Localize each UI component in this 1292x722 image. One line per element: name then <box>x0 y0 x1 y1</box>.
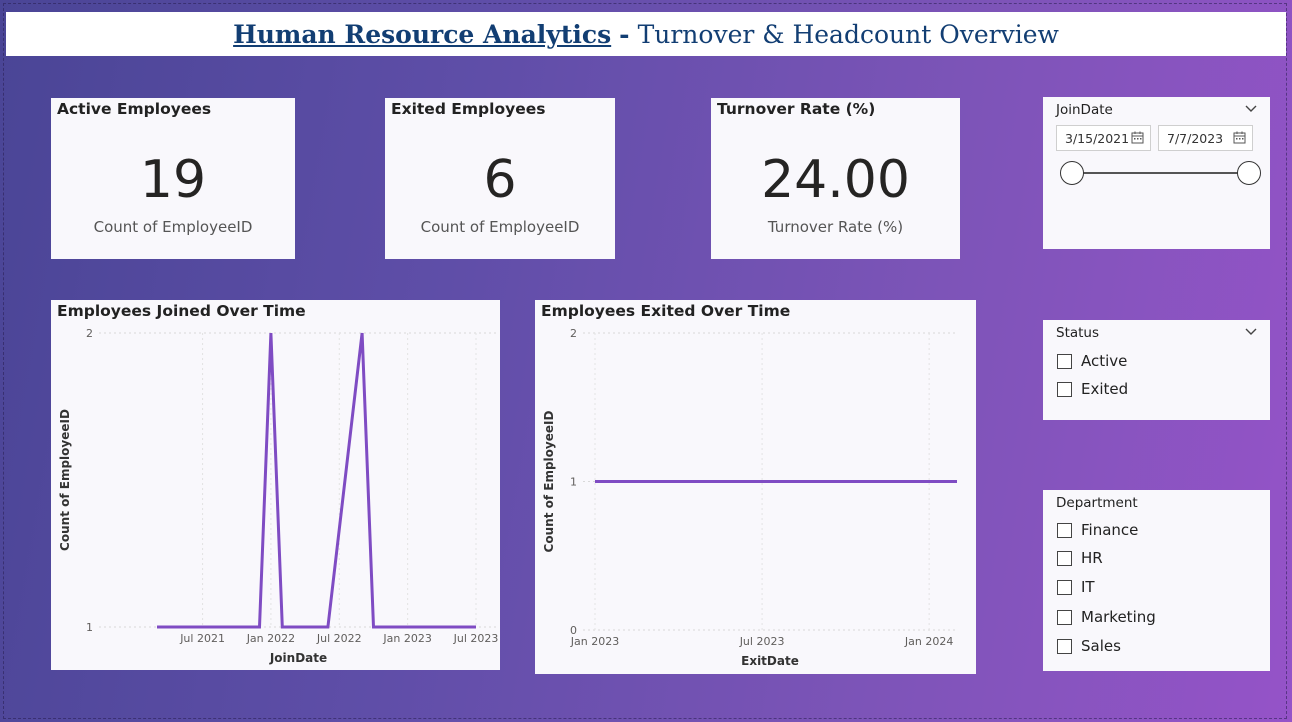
department-option-finance[interactable]: Finance <box>1057 520 1138 540</box>
y-axis-label: Count of EmployeeID <box>542 411 556 553</box>
calendar-icon[interactable] <box>1131 131 1144 144</box>
option-label: HR <box>1081 549 1103 567</box>
checkbox[interactable] <box>1057 579 1072 595</box>
y-tick-label: 1 <box>86 621 93 634</box>
slicer-title: Department <box>1056 495 1138 511</box>
option-label: IT <box>1081 578 1095 596</box>
slicer-title: JoinDate <box>1056 102 1113 118</box>
x-axis-label: JoinDate <box>269 651 327 665</box>
chart-joined-svg: 1 2 Jul 2021 Jan 2022 Jul 2022 Jan 2023 Jul 20… <box>58 327 499 665</box>
kpi-card-active-employees[interactable]: Active Employees 19 Count of EmployeeID <box>51 98 295 259</box>
option-label: Finance <box>1081 521 1139 539</box>
report-title-subtitle: Turnover & Headcount Overview <box>637 19 1059 49</box>
report-title: Human Resource Analytics - Turnover & He… <box>6 12 1286 56</box>
x-tick-label: Jan 2022 <box>246 632 295 645</box>
kpi-title: Active Employees <box>57 100 212 118</box>
kpi-card-exited-employees[interactable]: Exited Employees 6 Count of EmployeeID <box>385 98 615 259</box>
chart-card-joined[interactable]: Employees Joined Over Time 1 2 Jul 2021 Jan… <box>51 300 500 670</box>
kpi-subtitle: Turnover Rate (%) <box>767 218 904 236</box>
kpi-card-turnover-rate[interactable]: Turnover Rate (%) 24.00 Turnover Rate (%… <box>711 98 960 259</box>
calendar-icon[interactable] <box>1233 131 1246 144</box>
kpi-subtitle: Count of EmployeeID <box>420 218 580 236</box>
chevron-down-icon[interactable] <box>1244 102 1258 116</box>
department-option-hr[interactable]: HR <box>1057 548 1103 568</box>
kpi-subtitle: Count of EmployeeID <box>93 218 253 236</box>
kpi-value: 6 <box>483 150 517 210</box>
kpi-title: Exited Employees <box>391 100 546 118</box>
slicer-status[interactable]: Status Active Exited <box>1043 320 1270 420</box>
checkbox[interactable] <box>1057 381 1072 397</box>
option-label: Exited <box>1081 380 1129 398</box>
checkbox[interactable] <box>1057 609 1072 625</box>
option-label: Active <box>1081 352 1128 370</box>
x-tick-label: Jul 2022 <box>316 632 362 645</box>
checkbox[interactable] <box>1057 550 1072 566</box>
start-date-value: 3/15/2021 <box>1065 131 1130 146</box>
x-tick-label: Jan 2024 <box>904 635 953 648</box>
x-tick-label: Jul 2021 <box>179 632 225 645</box>
chevron-down-icon[interactable] <box>1244 325 1258 339</box>
range-end-handle[interactable] <box>1237 161 1261 185</box>
checkbox[interactable] <box>1057 638 1072 654</box>
x-tick-label: Jul 2023 <box>739 635 785 648</box>
y-tick-label: 2 <box>570 327 577 340</box>
y-tick-label: 1 <box>570 476 577 489</box>
status-option-active[interactable]: Active <box>1057 351 1127 371</box>
series-line <box>157 332 476 629</box>
slicer-joindate[interactable]: JoinDate 3/15/2021 7/7/2023 <box>1043 97 1270 249</box>
range-start-handle[interactable] <box>1060 161 1084 185</box>
department-option-marketing[interactable]: Marketing <box>1057 607 1156 627</box>
report-title-separator: - <box>619 19 630 49</box>
kpi-value: 24.00 <box>761 150 910 210</box>
department-option-sales[interactable]: Sales <box>1057 636 1121 656</box>
chart-exited-svg: 012Jan 2023 Jul 2023 Jan 2024ExitDateCount… <box>542 327 957 668</box>
department-option-it[interactable]: IT <box>1057 577 1095 597</box>
start-date-input[interactable]: 3/15/2021 <box>1056 125 1151 151</box>
x-tick-label: Jan 2023 <box>382 632 431 645</box>
checkbox[interactable] <box>1057 522 1072 538</box>
end-date-value: 7/7/2023 <box>1167 131 1224 146</box>
kpi-value: 19 <box>139 150 207 210</box>
date-range-track[interactable] <box>1071 172 1249 174</box>
y-axis-label: Count of EmployeeID <box>58 409 72 551</box>
y-tick-label: 2 <box>86 327 93 340</box>
report-title-main: Human Resource Analytics <box>233 19 612 49</box>
chart-card-exited[interactable]: Employees Exited Over Time 0 1 2 Jan 2023 Ju… <box>535 300 976 674</box>
x-tick-label: Jan 2023 <box>570 635 619 648</box>
slicer-title: Status <box>1056 325 1100 341</box>
checkbox[interactable] <box>1057 353 1072 369</box>
x-axis-label: ExitDate <box>741 654 799 668</box>
end-date-input[interactable]: 7/7/2023 <box>1158 125 1253 151</box>
option-label: Sales <box>1081 637 1121 655</box>
kpi-title: Turnover Rate (%) <box>717 100 876 118</box>
status-option-exited[interactable]: Exited <box>1057 379 1128 399</box>
x-tick-label: Jul 2023 <box>453 632 499 645</box>
slicer-department[interactable]: Department Finance HR IT Marketing Sales <box>1043 490 1270 671</box>
option-label: Marketing <box>1081 608 1156 626</box>
